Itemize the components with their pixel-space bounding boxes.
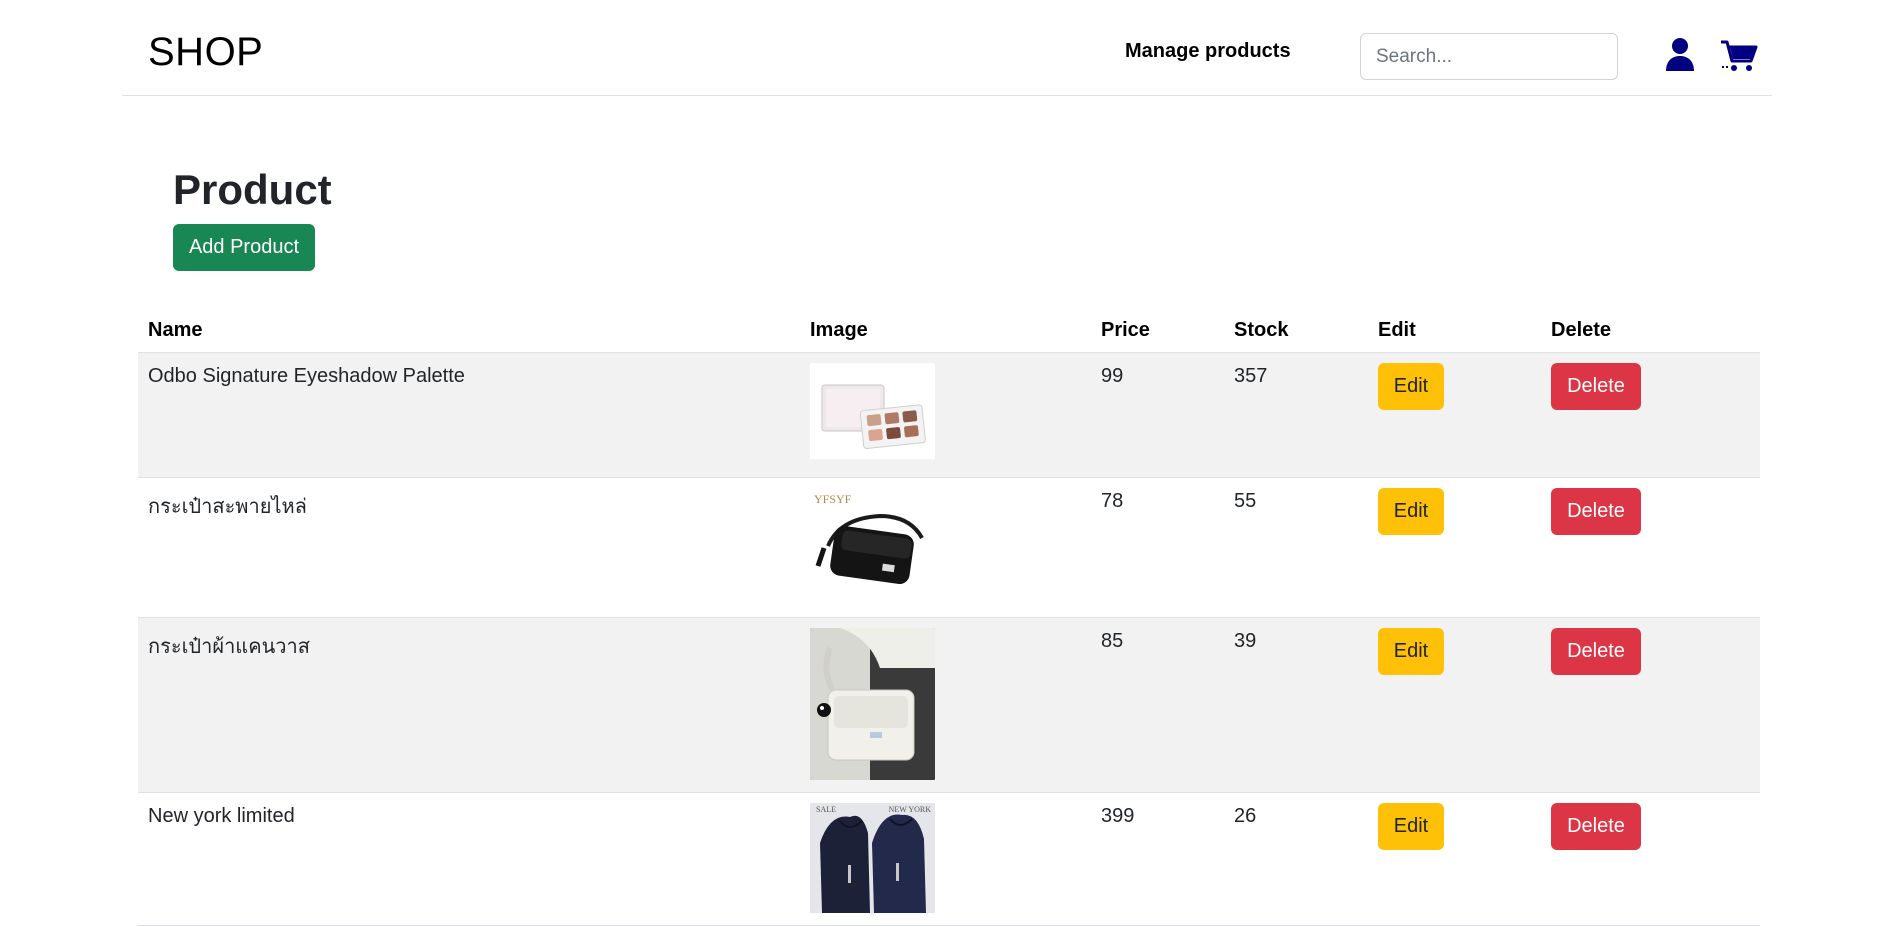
product-stock: 55 <box>1224 477 1368 618</box>
page-title: Product <box>173 166 332 213</box>
edit-cell: Edit <box>1368 477 1541 618</box>
delete-cell: Delete <box>1541 617 1760 793</box>
product-name: New york limited <box>138 792 800 926</box>
image-caption-right: NEW YORK <box>888 804 931 814</box>
product-price: 78 <box>1091 477 1224 618</box>
column-header-image: Image <box>800 310 1091 353</box>
product-stock: 39 <box>1224 617 1368 793</box>
table-header-row: Name Image Price Stock Edit Delete <box>138 310 1760 353</box>
product-image-cell <box>800 352 1091 478</box>
product-image-cell: YFSYF <box>800 477 1091 618</box>
cart-icon[interactable] <box>1720 39 1758 73</box>
column-header-price: Price <box>1091 310 1224 353</box>
table-row: กระเป๋าผ้าแคนวาส 85 39 Edit Delete <box>138 617 1760 793</box>
product-stock: 357 <box>1224 352 1368 478</box>
image-caption-left: SALE <box>816 804 836 814</box>
edit-button[interactable]: Edit <box>1378 627 1444 675</box>
delete-button[interactable]: Delete <box>1551 362 1641 410</box>
product-table: Name Image Price Stock Edit Delete Odbo … <box>138 310 1760 926</box>
product-price: 399 <box>1091 792 1224 926</box>
table-row: กระเป๋าสะพายไหล่ YFSYF 78 55 Edit Delete <box>138 477 1760 618</box>
navbar: SHOP Manage products <box>122 0 1772 96</box>
product-name: กระเป๋าผ้าแคนวาส <box>138 617 800 793</box>
search-input[interactable] <box>1360 33 1618 80</box>
product-name: กระเป๋าสะพายไหล่ <box>138 477 800 618</box>
delete-cell: Delete <box>1541 477 1760 618</box>
delete-cell: Delete <box>1541 792 1760 926</box>
delete-button[interactable]: Delete <box>1551 487 1641 535</box>
product-stock: 26 <box>1224 792 1368 926</box>
product-image-cell: SALE NEW YORK <box>800 792 1091 926</box>
product-image-cell <box>800 617 1091 793</box>
edit-cell: Edit <box>1368 352 1541 478</box>
manage-products-link[interactable]: Manage products <box>1125 40 1291 63</box>
product-table-container: Name Image Price Stock Edit Delete Odbo … <box>138 310 1760 926</box>
edit-button[interactable]: Edit <box>1378 802 1444 850</box>
edit-cell: Edit <box>1368 792 1541 926</box>
product-price: 99 <box>1091 352 1224 478</box>
black-shoulder-bag-photo: YFSYF <box>810 487 935 598</box>
column-header-edit: Edit <box>1368 310 1541 353</box>
image-caption: YFSYF <box>814 491 852 506</box>
user-icon[interactable] <box>1665 37 1695 71</box>
edit-button[interactable]: Edit <box>1378 362 1444 410</box>
edit-cell: Edit <box>1368 617 1541 793</box>
table-row: New york limited SALE NEW YORK 399 26 Ed… <box>138 792 1760 926</box>
column-header-delete: Delete <box>1541 310 1760 353</box>
column-header-name: Name <box>138 310 800 353</box>
delete-cell: Delete <box>1541 352 1760 478</box>
delete-button[interactable]: Delete <box>1551 802 1641 850</box>
delete-button[interactable]: Delete <box>1551 627 1641 675</box>
table-row: Odbo Signature Eyeshadow Palette 99 357 … <box>138 352 1760 478</box>
add-product-button[interactable]: Add Product <box>173 224 315 271</box>
product-name: Odbo Signature Eyeshadow Palette <box>138 352 800 478</box>
brand-logo[interactable]: SHOP <box>148 30 263 75</box>
edit-button[interactable]: Edit <box>1378 487 1444 535</box>
canvas-bag-photo <box>810 627 935 780</box>
navy-hoodie-photo: SALE NEW YORK <box>810 802 935 913</box>
eyeshadow-palette-photo <box>810 362 935 465</box>
product-price: 85 <box>1091 617 1224 793</box>
column-header-stock: Stock <box>1224 310 1368 353</box>
